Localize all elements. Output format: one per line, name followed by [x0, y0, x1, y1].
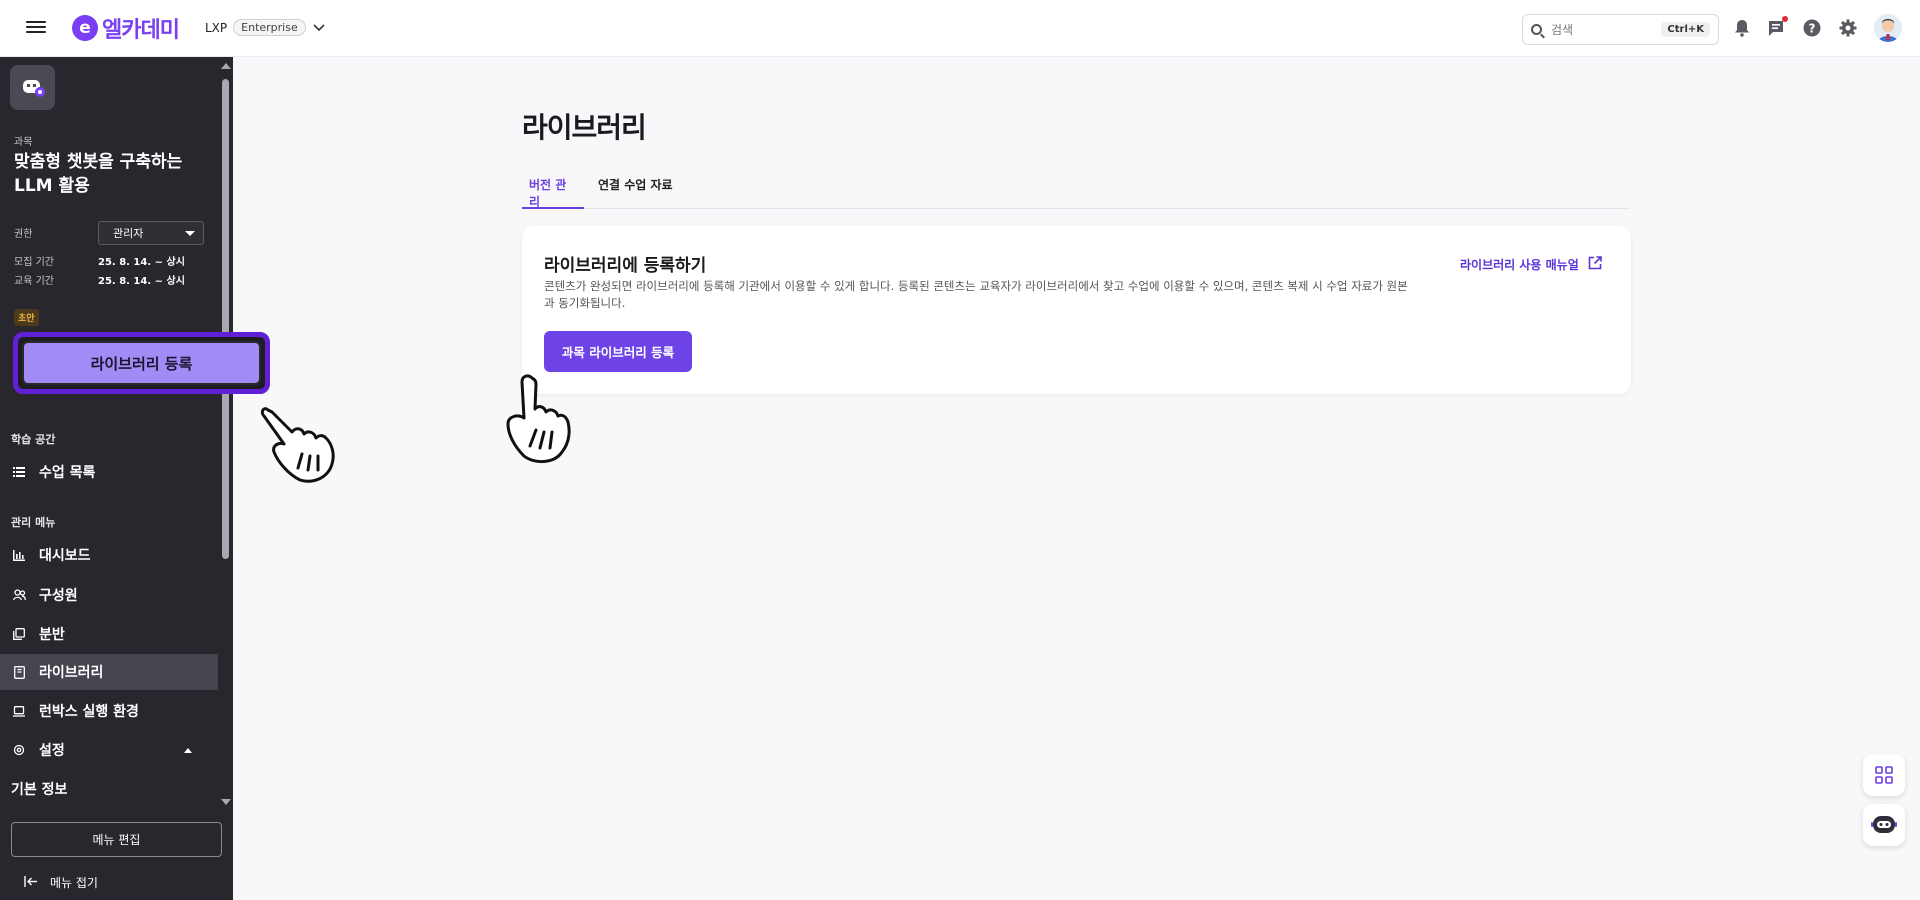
help-icon[interactable]: ?: [1801, 17, 1823, 39]
library-icon: [12, 665, 26, 679]
library-register-highlight: 라이브러리 등록: [13, 332, 270, 394]
sidebar-item-label: 설정: [39, 743, 65, 759]
members-icon: [12, 588, 26, 602]
apps-grid-button[interactable]: [1863, 754, 1905, 796]
svg-text:?: ?: [1809, 22, 1816, 36]
tab-linked-materials[interactable]: 연결 수업 자료: [591, 170, 691, 209]
recruit-period-label: 모집 기간: [14, 257, 54, 268]
sidebar-item-members[interactable]: 구성원: [0, 577, 218, 613]
tab-version-management[interactable]: 버전 관리: [522, 170, 584, 209]
list-icon: [12, 465, 26, 479]
sidebar-item-runbox[interactable]: 런박스 실행 환경: [0, 693, 218, 729]
draft-badge: 초안: [14, 309, 39, 326]
library-register-button[interactable]: 라이브러리 등록: [22, 341, 261, 385]
plan-badge: Enterprise: [233, 19, 306, 36]
menu-edit-button[interactable]: 메뉴 편집: [11, 822, 222, 857]
scroll-thumb[interactable]: [222, 79, 229, 559]
course-caption: 과목: [14, 137, 33, 148]
search-icon: [1531, 24, 1542, 35]
pointing-hand-icon: [258, 402, 338, 491]
notification-dot: [1782, 16, 1788, 22]
sidebar-item-label: 수업 목록: [39, 465, 96, 481]
chevron-down-icon: [313, 21, 325, 35]
collapse-left-icon: [24, 875, 38, 890]
monitor-icon: [12, 704, 26, 718]
course-library-register-button[interactable]: 과목 라이브러리 등록: [544, 331, 692, 372]
library-register-card: 라이브러리에 등록하기 콘텐츠가 완성되면 라이브러리에 등록해 기관에서 이용…: [522, 226, 1631, 394]
scroll-up-arrow[interactable]: [221, 63, 231, 69]
library-manual-link[interactable]: 라이브러리 사용 매뉴얼: [1460, 256, 1602, 273]
role-select[interactable]: 관리자: [98, 221, 204, 245]
sidebar-scrollbar[interactable]: [218, 57, 233, 809]
search-shortcut: Ctrl+K: [1661, 22, 1710, 37]
settings-icon: [12, 743, 26, 757]
sidebar-item-label: 런박스 실행 환경: [39, 704, 139, 720]
library-manual-label: 라이브러리 사용 매뉴얼: [1460, 258, 1579, 272]
chatbot-button[interactable]: [1863, 804, 1905, 846]
logo[interactable]: e 엘카데미: [72, 13, 180, 43]
page-title: 라이브러리: [522, 111, 647, 144]
hamburger-menu-icon[interactable]: [26, 18, 46, 38]
sidebar: 과목 맞춤형 챗봇을 구축하는 LLM 활용 권한 관리자 모집 기간 25. …: [0, 57, 270, 900]
caret-down-icon: [185, 230, 195, 236]
sidebar-scroll-area[interactable]: 과목 맞춤형 챗봇을 구축하는 LLM 활용 권한 관리자 모집 기간 25. …: [0, 57, 218, 809]
sidebar-item-sections[interactable]: 분반: [0, 616, 218, 652]
section-learning: 학습 공간: [11, 433, 56, 446]
course-title: 맞춤형 챗봇을 구축하는 LLM 활용: [14, 152, 183, 196]
scroll-down-arrow[interactable]: [221, 799, 231, 805]
tab-bar: 버전 관리 연결 수업 자료: [522, 170, 1630, 209]
sidebar-item-label: 구성원: [39, 588, 78, 604]
menu-fold-label: 메뉴 접기: [50, 876, 98, 890]
course-icon: [10, 65, 55, 110]
edu-period-value: 25. 8. 14. ~ 상시: [98, 276, 185, 287]
message-icon[interactable]: [1765, 16, 1788, 39]
top-header: e 엘카데미 LXP Enterprise 검색 Ctrl+K ?: [0, 0, 1920, 57]
card-description: 콘텐츠가 완성되면 라이브러리에 등록해 기관에서 이용할 수 있게 합니다. …: [544, 279, 1408, 310]
section-admin: 관리 메뉴: [11, 516, 56, 529]
copy-icon: [12, 627, 26, 641]
logo-mark: e: [72, 15, 98, 41]
external-link-icon: [1588, 256, 1602, 273]
search-input[interactable]: 검색 Ctrl+K: [1522, 14, 1719, 45]
card-title: 라이브러리에 등록하기: [544, 256, 707, 276]
product-name: LXP: [205, 20, 228, 35]
role-value: 관리자: [113, 227, 144, 240]
gear-icon[interactable]: [1837, 17, 1859, 39]
product-switcher[interactable]: LXP Enterprise: [205, 19, 325, 36]
role-label: 권한: [14, 229, 33, 240]
sidebar-footer: 메뉴 편집 메뉴 접기: [0, 809, 233, 900]
sidebar-item-label: 라이브러리: [39, 665, 104, 681]
menu-fold-button[interactable]: 메뉴 접기: [24, 874, 98, 891]
avatar[interactable]: [1874, 14, 1902, 42]
sidebar-item-label: 분반: [39, 627, 65, 643]
logo-text: 엘카데미: [102, 18, 180, 43]
sidebar-item-lessons[interactable]: 수업 목록: [0, 454, 218, 490]
chevron-up-icon: [184, 747, 192, 753]
sidebar-item-settings[interactable]: 설정: [0, 732, 218, 768]
search-placeholder: 검색: [1551, 23, 1574, 37]
chart-icon: [12, 548, 26, 562]
pointing-hand-icon: [498, 372, 576, 472]
sidebar-item-library[interactable]: 라이브러리: [0, 654, 218, 690]
edu-period-label: 교육 기간: [14, 276, 54, 287]
recruit-period-value: 25. 8. 14. ~ 상시: [98, 257, 185, 268]
sidebar-item-dashboard[interactable]: 대시보드: [0, 537, 218, 573]
bell-icon[interactable]: [1731, 17, 1753, 39]
sidebar-item-label: 대시보드: [39, 548, 91, 564]
sidebar-subitem-basic-info[interactable]: 기본 정보: [11, 779, 67, 799]
